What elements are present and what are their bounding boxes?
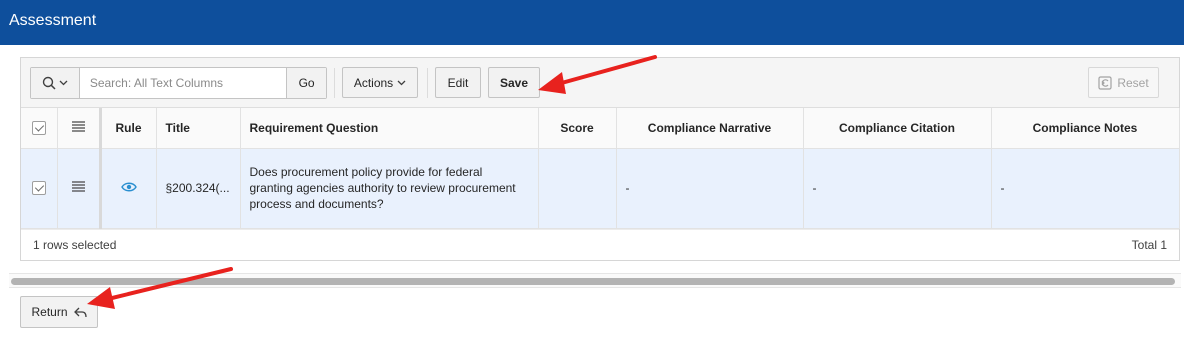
column-header-requirement-question[interactable]: Requirement Question [240,108,539,149]
grid-toolbar: Go Actions Edit Save Reset [21,58,1179,108]
row-actions-icon [71,121,85,132]
search-icon [42,76,56,90]
search-group: Go [30,67,327,99]
grid-footer: 1 rows selected Total 1 [21,229,1179,260]
chevron-down-icon [59,80,68,86]
horizontal-scrollbar[interactable] [9,273,1181,288]
row-actions-cell[interactable] [57,148,102,229]
compliance-citation-cell[interactable]: - [803,148,992,229]
column-header-rule[interactable]: Rule [100,108,157,149]
return-icon [73,307,87,317]
row-select-cell[interactable] [21,148,58,229]
toolbar-divider [427,68,428,98]
column-header-score[interactable]: Score [538,108,617,149]
save-button[interactable]: Save [488,67,540,98]
scrollbar-thumb[interactable] [11,278,1175,285]
return-label: Return [31,305,68,319]
score-cell[interactable] [538,148,617,229]
reset-icon [1098,75,1112,90]
search-input[interactable] [79,68,287,98]
selection-count: 1 rows selected [33,238,117,252]
row-actions-icon[interactable] [71,181,85,192]
row-actions-header [57,108,102,149]
rule-cell[interactable] [100,148,157,229]
reset-button[interactable]: Reset [1088,67,1159,98]
column-header-compliance-notes[interactable]: Compliance Notes [991,108,1180,149]
toolbar-divider [334,68,335,98]
go-button[interactable]: Go [286,68,326,98]
requirement-question-cell[interactable]: Does procurement policy provide for fede… [240,148,539,229]
checkbox-icon[interactable] [31,121,46,136]
page-title: Assessment [0,0,1184,45]
view-rule-icon[interactable] [120,182,137,192]
interactive-grid: Go Actions Edit Save Reset [20,57,1180,261]
compliance-narrative-cell[interactable]: - [616,148,804,229]
return-button[interactable]: Return [20,296,98,328]
actions-label: Actions [353,75,394,90]
actions-menu-button[interactable]: Actions [342,67,418,98]
column-header-title[interactable]: Title [156,108,241,149]
edit-button[interactable]: Edit [435,67,481,98]
total-count: Total 1 [1131,238,1167,252]
grid-header-row: Rule Title Requirement Question Score Co… [21,108,1180,149]
search-column-menu-button[interactable] [31,68,80,98]
compliance-notes-cell[interactable]: - [991,148,1180,229]
column-header-compliance-narrative[interactable]: Compliance Narrative [616,108,804,149]
column-header-compliance-citation[interactable]: Compliance Citation [803,108,992,149]
chevron-down-icon [397,80,406,85]
checkbox-icon[interactable] [31,181,46,196]
select-all-header[interactable] [21,108,58,149]
table-row[interactable]: §200.324(... Does procurement policy pro… [21,148,1180,229]
reset-label: Reset [1117,75,1149,90]
grid-table: Rule Title Requirement Question Score Co… [21,108,1180,229]
title-cell[interactable]: §200.324(... [156,148,241,229]
